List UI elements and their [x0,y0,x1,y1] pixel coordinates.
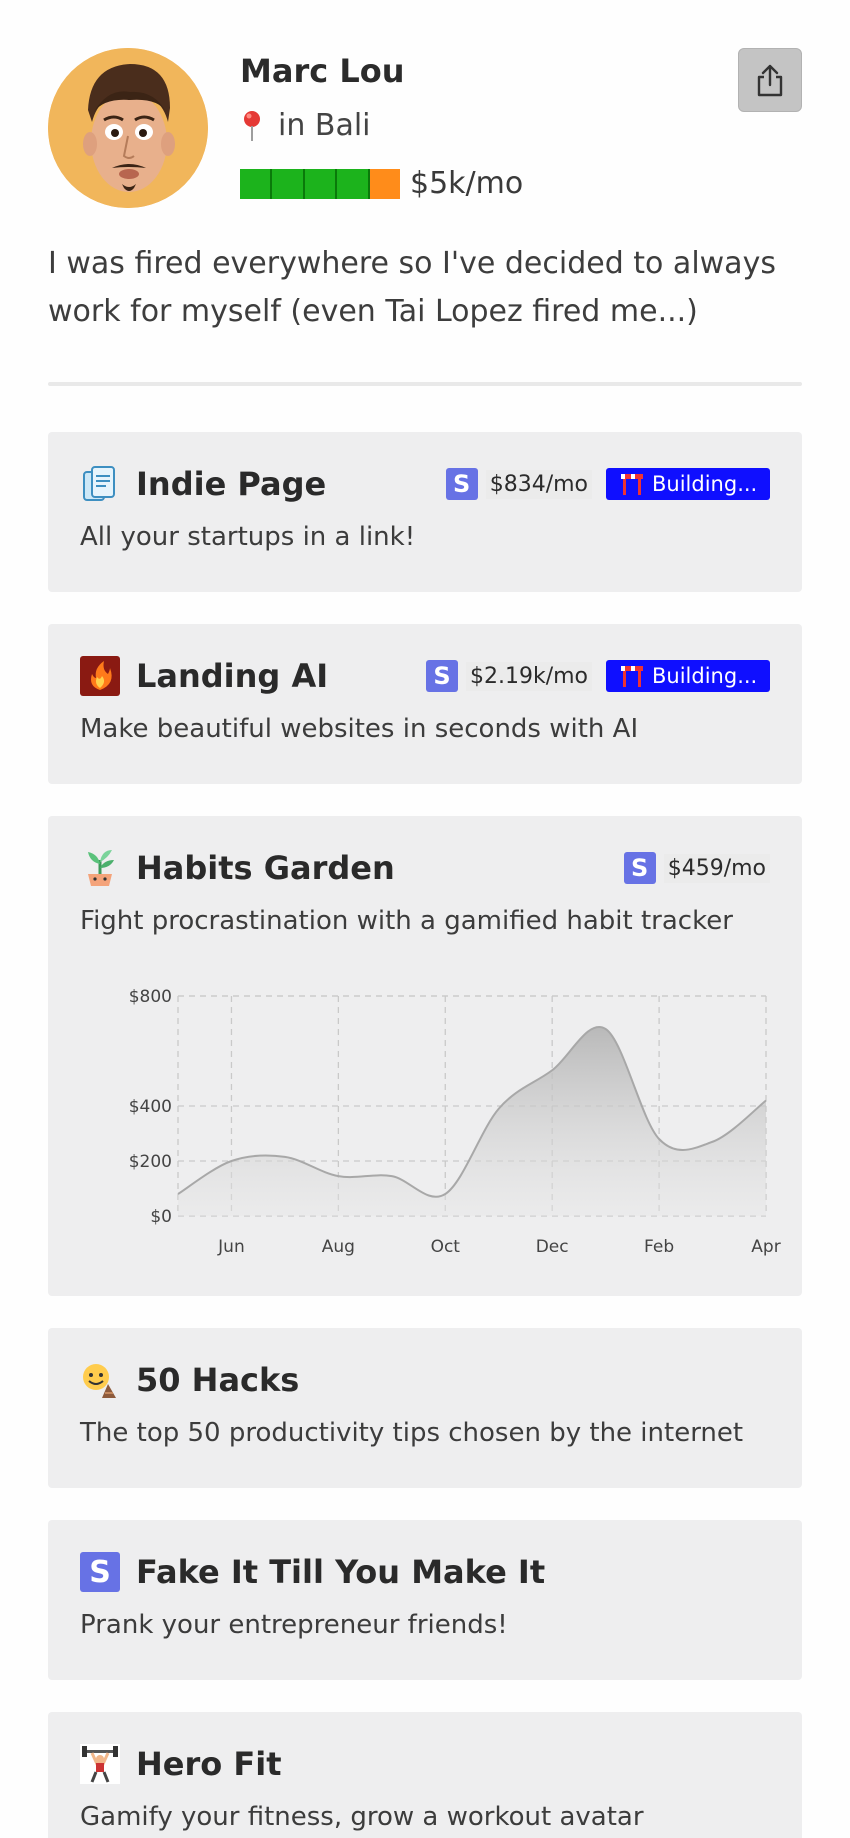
revenue-amount: $2.19k/mo [465,661,592,691]
revenue-badge: S $834/mo [445,468,592,500]
weightlifter-icon [80,1744,120,1784]
revenue-amount: $834/mo [485,469,592,499]
stripe-icon: S [623,852,656,884]
avatar-photo [48,48,208,208]
project-title: Landing AI [136,657,329,695]
share-button[interactable] [738,48,802,112]
mrr-segment [240,168,273,199]
project-description: Gamify your fitness, grow a workout avat… [80,1802,644,1832]
stripe-icon: S [425,660,458,692]
revenue-badge: S $2.19k/mo [425,660,592,692]
mrr-segment [369,168,401,199]
profile-name: Marc Lou [240,52,405,90]
project-description: Fight procrastination with a gamified ha… [80,906,733,936]
project-card-indie-page[interactable]: Indie Page S $834/mo Building... All you… [48,432,802,592]
fire-icon [80,656,120,696]
mrr-segment [304,168,338,199]
chart-area-fill [178,1026,766,1216]
pin-icon [244,110,260,141]
hacks-icon [83,1364,116,1398]
status-badge: Building... [606,468,770,500]
mrr-progress-bar [240,168,401,199]
card-header: Indie Page S $834/mo Building... [80,462,770,506]
status-badge: Building... [606,660,770,692]
chart-y-tick-label: $800 [129,987,172,1007]
mrr-label: $5k/mo [410,166,524,201]
profile-page: Marc Lou in Bali $5k/mo I was fired ever… [0,0,850,1838]
card-header: Hero Fit [80,1742,770,1786]
avatar [48,48,208,208]
construction-icon [621,666,643,687]
chart-x-tick-label: Dec [536,1237,569,1257]
chart-area [177,1026,767,1216]
chart-x-tick-label: Feb [644,1237,674,1257]
project-card-habits-garden[interactable]: Habits Garden S $459/mo Fight procrastin… [48,816,802,1296]
chart-x-tick-label: Apr [751,1237,780,1257]
chart-x-axis: Jun Aug Oct Dec Feb Apr [217,1237,781,1257]
chart-y-axis: $0 $200 $400 $800 [129,987,172,1227]
profile-revenue: $5k/mo [240,166,523,201]
stripe-icon: S [445,468,478,500]
chart-y-tick-label: $0 [150,1207,172,1227]
status-label: Building... [652,664,758,688]
stripe-icon: S [80,1552,120,1592]
share-icon [757,64,783,97]
divider [48,382,802,386]
revenue-badge: S $459/mo [623,852,770,884]
plant-icon [88,850,114,886]
project-title: Indie Page [136,465,327,503]
chart-x-tick-label: Oct [431,1237,461,1257]
card-header: Habits Garden S $459/mo [80,846,770,890]
profile-bio: I was fired everywhere so I've decided t… [48,246,776,329]
card-header: 50 Hacks [80,1358,770,1402]
status-label: Building... [652,472,758,496]
project-card-hero-fit[interactable]: Hero Fit Gamify your fitness, grow a wor… [48,1712,802,1838]
chart-x-tick-label: Aug [322,1237,355,1257]
chart-x-tick-label: Jun [217,1237,245,1257]
chart-y-tick-label: $200 [129,1152,172,1172]
mrr-segment [337,168,370,199]
revenue-amount: $459/mo [663,853,770,883]
card-header: Landing AI S $2.19k/mo Building... [80,654,770,698]
project-title: Hero Fit [136,1745,282,1783]
project-title: Habits Garden [136,849,395,887]
project-title: 50 Hacks [136,1361,300,1399]
construction-icon [621,474,643,495]
project-description: Make beautiful websites in seconds with … [80,714,639,744]
chart-y-tick-label: $400 [129,1097,172,1117]
project-title: Fake It Till You Make It [136,1553,546,1591]
project-card-landing-ai[interactable]: Landing AI S $2.19k/mo Building... Make … [48,624,802,784]
mrr-segment [272,168,305,199]
project-description: Prank your entrepreneur friends! [80,1610,508,1640]
location-text: in Bali [278,108,371,143]
profile-location: in Bali [240,108,371,143]
documents-icon [83,466,115,501]
card-header: S Fake It Till You Make It [80,1550,770,1594]
project-card-50-hacks[interactable]: 50 Hacks The top 50 productivity tips ch… [48,1328,802,1488]
project-description: The top 50 productivity tips chosen by t… [80,1418,744,1448]
revenue-chart: $0 $200 $400 $800 Jun Aug Oct Dec Feb Apr [129,987,781,1257]
project-description: All your startups in a link! [80,522,416,552]
project-card-fake-it[interactable]: S Fake It Till You Make It Prank your en… [48,1520,802,1680]
